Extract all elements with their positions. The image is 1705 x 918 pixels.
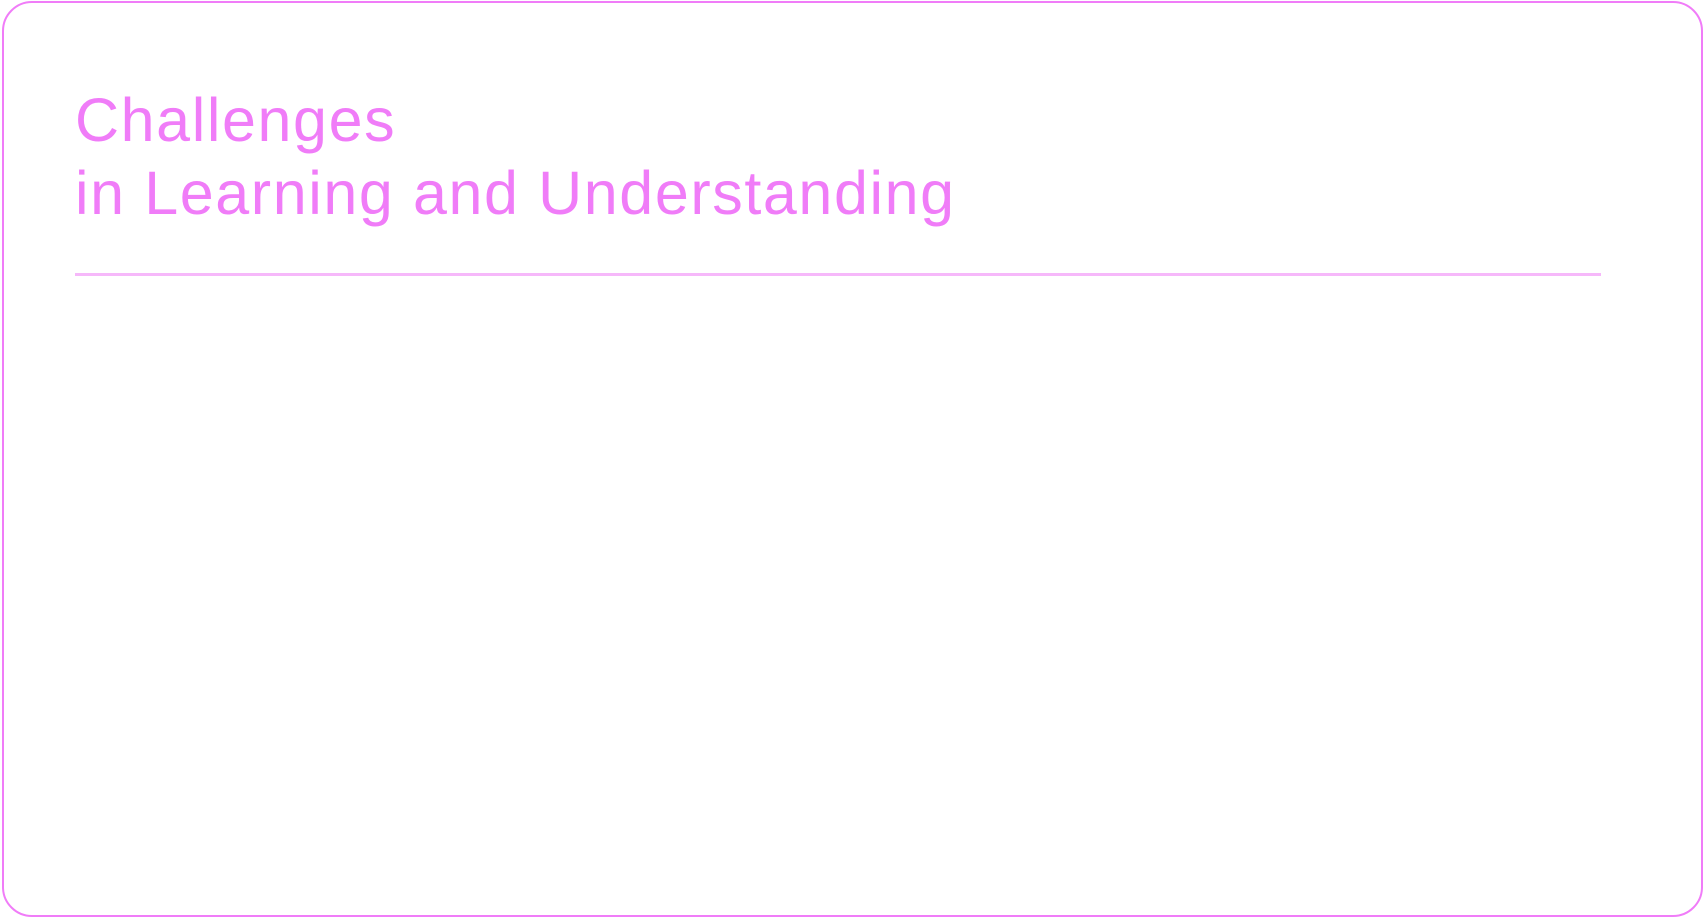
- page-title: Challenges in Learning and Understanding: [75, 84, 956, 230]
- title-line-2: in Learning and Understanding: [75, 159, 956, 227]
- title-line-1: Challenges: [75, 86, 397, 154]
- title-divider: [75, 273, 1601, 276]
